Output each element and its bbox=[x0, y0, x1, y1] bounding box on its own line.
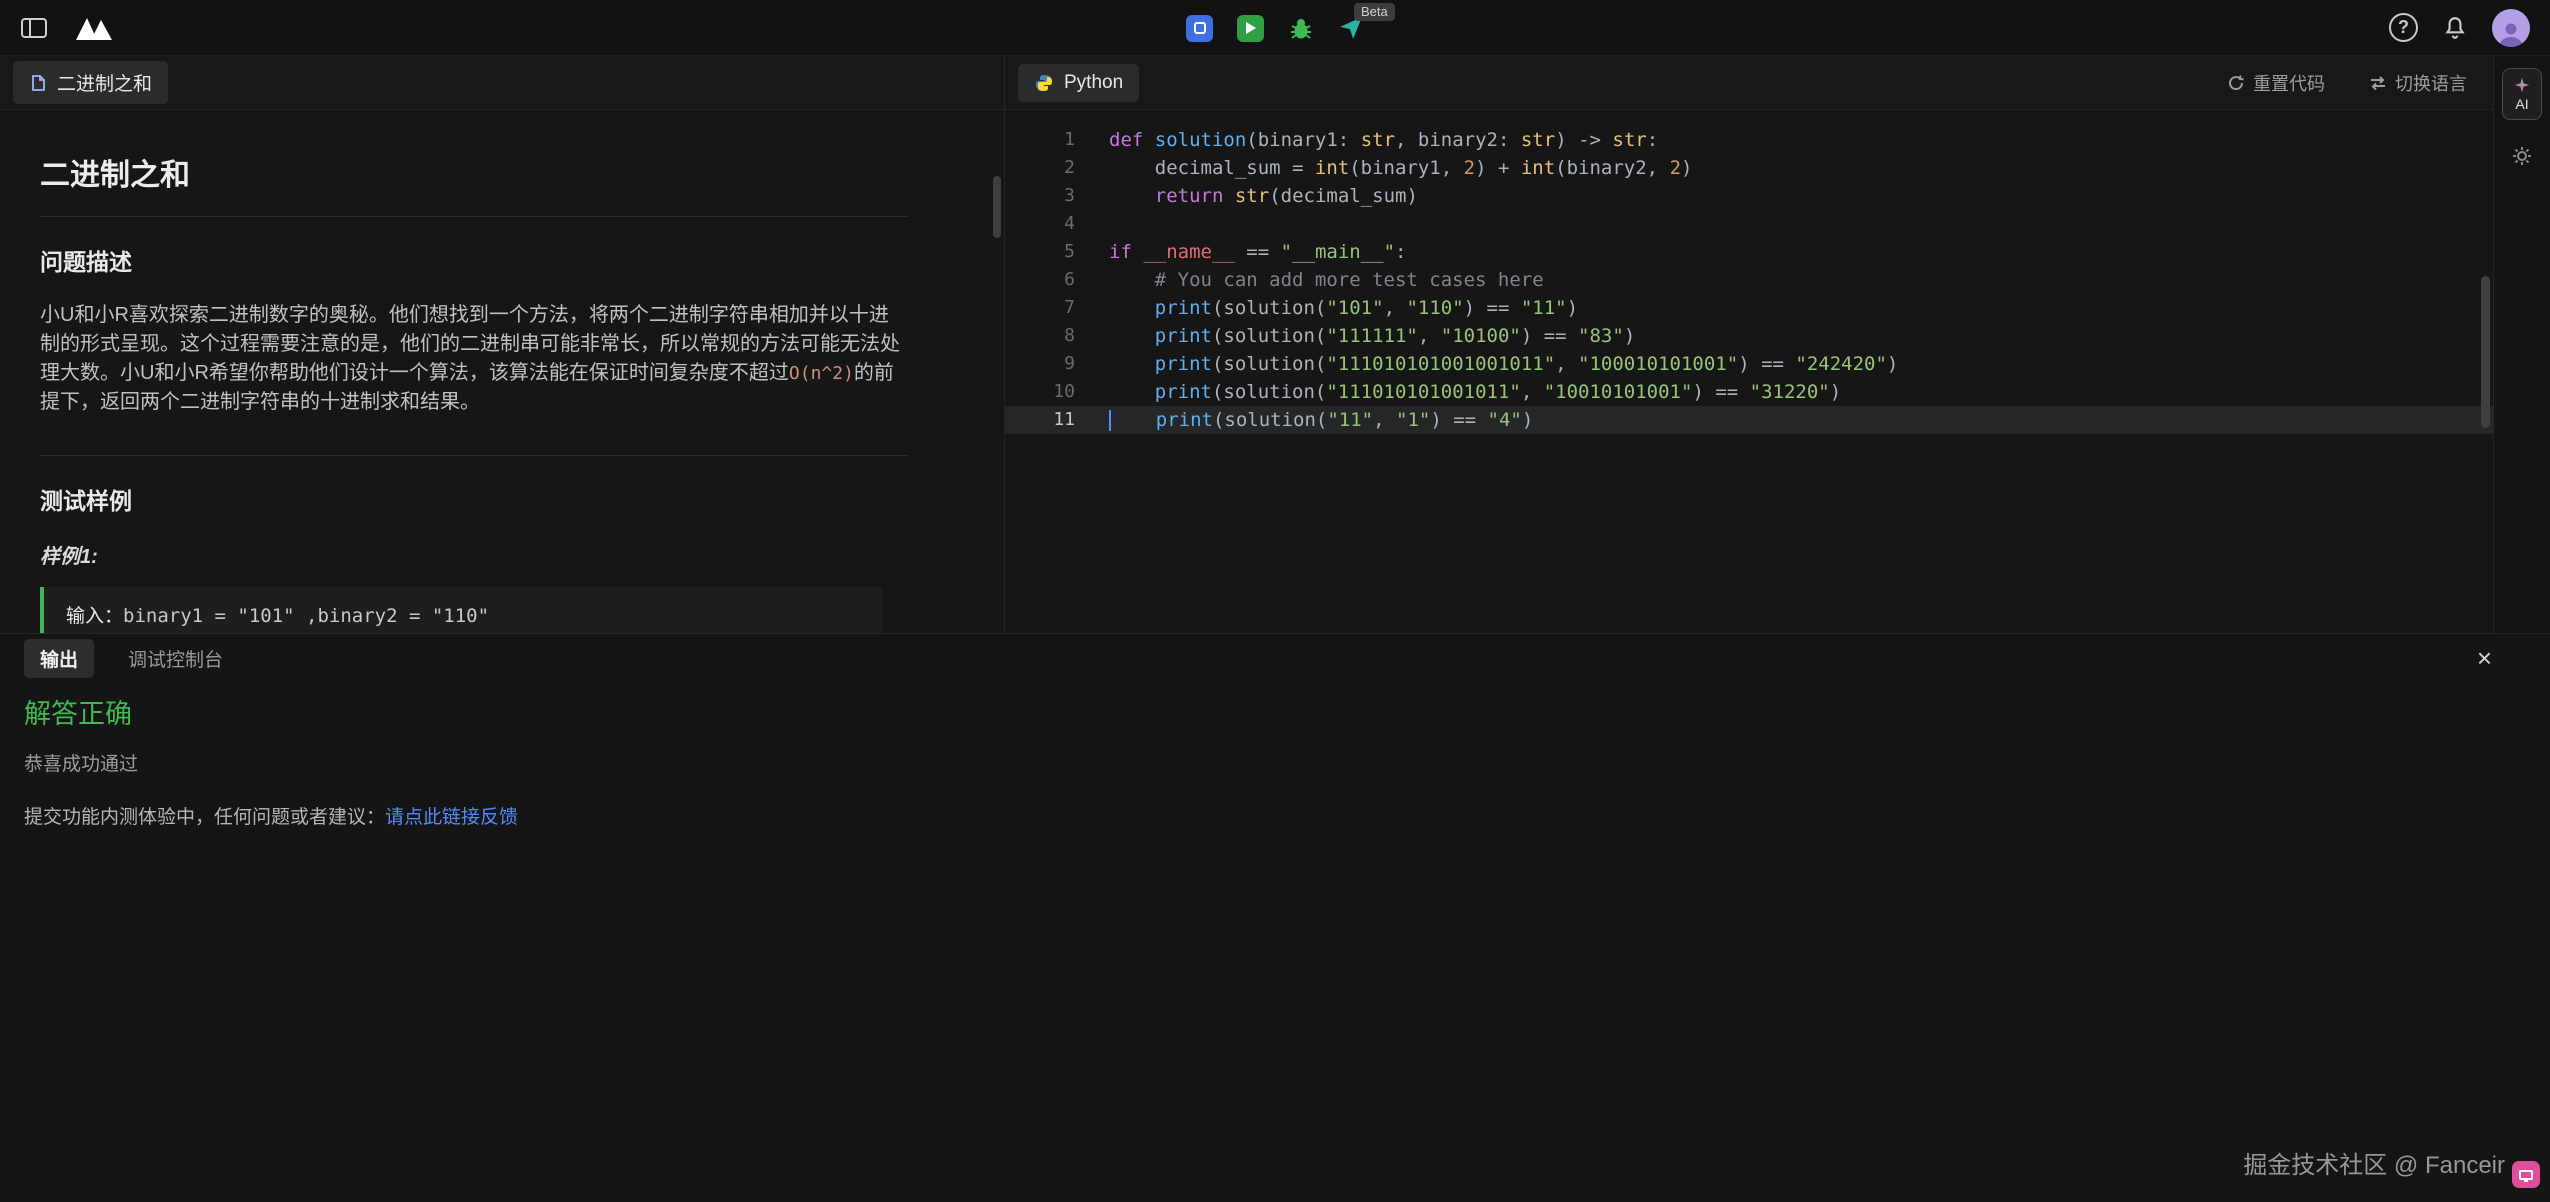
code-line[interactable]: 7 print(solution("101", "110") == "11") bbox=[1005, 294, 2493, 322]
samples-heading: 测试样例 bbox=[40, 482, 908, 516]
line-number: 7 bbox=[1005, 294, 1075, 322]
code-line[interactable]: 5if __name__ == "__main__": bbox=[1005, 238, 2493, 266]
line-number: 4 bbox=[1005, 210, 1075, 238]
debug-button[interactable] bbox=[1288, 15, 1314, 41]
editor-header: Python 重置代码 切 bbox=[1005, 56, 2493, 110]
code-line[interactable]: 8 print(solution("111111", "10100") == "… bbox=[1005, 322, 2493, 350]
code-lines: 1def solution(binary1: str, binary2: str… bbox=[1005, 126, 2493, 434]
run-button[interactable] bbox=[1237, 15, 1264, 42]
complexity-code: O(n^2) bbox=[789, 363, 854, 384]
console-panel: 输出调试控制台 × 解答正确 恭喜成功通过 提交功能内测体验中，任何问题或者建议… bbox=[0, 634, 2550, 1202]
console-toggle-button[interactable] bbox=[1186, 15, 1213, 42]
right-toolbar: AI bbox=[2493, 56, 2550, 633]
reset-code-button[interactable]: 重置代码 bbox=[2227, 70, 2325, 96]
user-avatar[interactable] bbox=[2492, 9, 2530, 47]
watermark-text: 掘金技术社区 @ Fanceir bbox=[2243, 1145, 2505, 1180]
console-tabs: 输出调试控制台 bbox=[24, 639, 223, 678]
code-line[interactable]: 2 decimal_sum = int(binary1, 2) + int(bi… bbox=[1005, 154, 2493, 182]
sample-output-row: 输出：'11' bbox=[66, 631, 860, 633]
line-content: print(solution("111111", "10100") == "83… bbox=[1075, 322, 2493, 350]
section-divider bbox=[40, 455, 908, 456]
ai-label: AI bbox=[2515, 96, 2528, 112]
line-content bbox=[1075, 210, 2493, 238]
line-number: 9 bbox=[1005, 350, 1075, 378]
line-number: 1 bbox=[1005, 126, 1075, 154]
line-content: # You can add more test cases here bbox=[1075, 266, 2493, 294]
sample-input-row: 输入：binary1 = "101" ,binary2 = "110" bbox=[66, 601, 860, 631]
problem-panel-header: 二进制之和 bbox=[0, 56, 1004, 110]
code-editor[interactable]: 1def solution(binary1: str, binary2: str… bbox=[1005, 110, 2493, 633]
code-line[interactable]: 6 # You can add more test cases here bbox=[1005, 266, 2493, 294]
line-number: 11 bbox=[1005, 406, 1075, 434]
line-number: 10 bbox=[1005, 378, 1075, 406]
feedback-link[interactable]: 请点此链接反馈 bbox=[385, 807, 518, 828]
line-content: print(solution("101", "110") == "11") bbox=[1075, 294, 2493, 322]
code-line[interactable]: 9 print(solution("111010101001001011", "… bbox=[1005, 350, 2493, 378]
editor-scrollbar-thumb[interactable] bbox=[2481, 276, 2490, 428]
editor-panel: Python 重置代码 切 bbox=[1005, 56, 2493, 633]
language-tab-label: Python bbox=[1064, 72, 1123, 94]
settings-gear-icon[interactable] bbox=[2512, 146, 2532, 166]
code-line[interactable]: 10 print(solution("111010101001011", "10… bbox=[1005, 378, 2493, 406]
console-tab[interactable]: 输出 bbox=[24, 639, 94, 678]
code-line[interactable]: 1def solution(binary1: str, binary2: str… bbox=[1005, 126, 2493, 154]
floating-widget-button[interactable] bbox=[2512, 1161, 2540, 1188]
notifications-bell-icon[interactable] bbox=[2442, 15, 2468, 41]
line-number: 8 bbox=[1005, 322, 1075, 350]
line-content: print(solution("11", "1") == "4") bbox=[1075, 406, 2493, 434]
app-root: Beta ? bbox=[0, 0, 2550, 1202]
problem-scrollbar-thumb[interactable] bbox=[993, 176, 1001, 238]
problem-panel: 二进制之和 二进制之和 问题描述 小U和小R喜欢探索二进制数字的奥秘。他们想找到… bbox=[0, 56, 1004, 633]
language-tab[interactable]: Python bbox=[1018, 64, 1139, 102]
description-heading: 问题描述 bbox=[40, 243, 908, 277]
line-content: print(solution("111010101001011", "10010… bbox=[1075, 378, 2493, 406]
line-number: 6 bbox=[1005, 266, 1075, 294]
line-content: return str(decimal_sum) bbox=[1075, 182, 2493, 210]
line-number: 5 bbox=[1005, 238, 1075, 266]
ai-assistant-button[interactable]: AI bbox=[2502, 68, 2542, 120]
problem-tab-label: 二进制之和 bbox=[57, 69, 152, 96]
console-body: 解答正确 恭喜成功通过 提交功能内测体验中，任何问题或者建议：请点此链接反馈 bbox=[0, 682, 2550, 829]
help-icon[interactable]: ? bbox=[2389, 13, 2418, 42]
beta-badge: Beta bbox=[1354, 3, 1395, 21]
problem-title: 二进制之和 bbox=[40, 150, 908, 217]
topbar: Beta ? bbox=[0, 0, 2550, 56]
line-number: 3 bbox=[1005, 182, 1075, 210]
description-paragraph: 小U和小R喜欢探索二进制数字的奥秘。他们想找到一个方法，将两个二进制字符串相加并… bbox=[40, 301, 908, 417]
problem-content: 二进制之和 问题描述 小U和小R喜欢探索二进制数字的奥秘。他们想找到一个方法，将… bbox=[0, 110, 1004, 633]
result-subtitle: 恭喜成功通过 bbox=[24, 749, 2526, 776]
run-actions: Beta bbox=[1186, 0, 1364, 56]
line-content: decimal_sum = int(binary1, 2) + int(bina… bbox=[1075, 154, 2493, 182]
line-content: def solution(binary1: str, binary2: str)… bbox=[1075, 126, 2493, 154]
close-icon[interactable]: × bbox=[2477, 645, 2492, 671]
line-number: 2 bbox=[1005, 154, 1075, 182]
line-content: print(solution("111010101001001011", "10… bbox=[1075, 350, 2493, 378]
sample-1-label: 样例1: bbox=[40, 540, 908, 569]
sample-1-block: 输入：binary1 = "101" ,binary2 = "110" 输出：'… bbox=[40, 587, 882, 633]
switch-language-button[interactable]: 切换语言 bbox=[2369, 70, 2467, 96]
code-line[interactable]: 4 bbox=[1005, 210, 2493, 238]
code-line[interactable]: 3 return str(decimal_sum) bbox=[1005, 182, 2493, 210]
console-header: 输出调试控制台 × bbox=[0, 634, 2550, 682]
app-logo-icon[interactable] bbox=[74, 14, 114, 42]
screen-icon bbox=[2519, 1170, 2533, 1180]
console-tab[interactable]: 调试控制台 bbox=[128, 639, 223, 678]
sidebar-toggle-icon[interactable] bbox=[20, 16, 48, 40]
submit-button[interactable]: Beta bbox=[1338, 15, 1364, 41]
result-title: 解答正确 bbox=[24, 692, 2526, 731]
feedback-text: 提交功能内测体验中，任何问题或者建议：请点此链接反馈 bbox=[24, 802, 2526, 829]
line-content: if __name__ == "__main__": bbox=[1075, 238, 2493, 266]
problem-tab[interactable]: 二进制之和 bbox=[13, 61, 168, 104]
code-line[interactable]: 11 print(solution("11", "1") == "4") bbox=[1005, 406, 2493, 434]
